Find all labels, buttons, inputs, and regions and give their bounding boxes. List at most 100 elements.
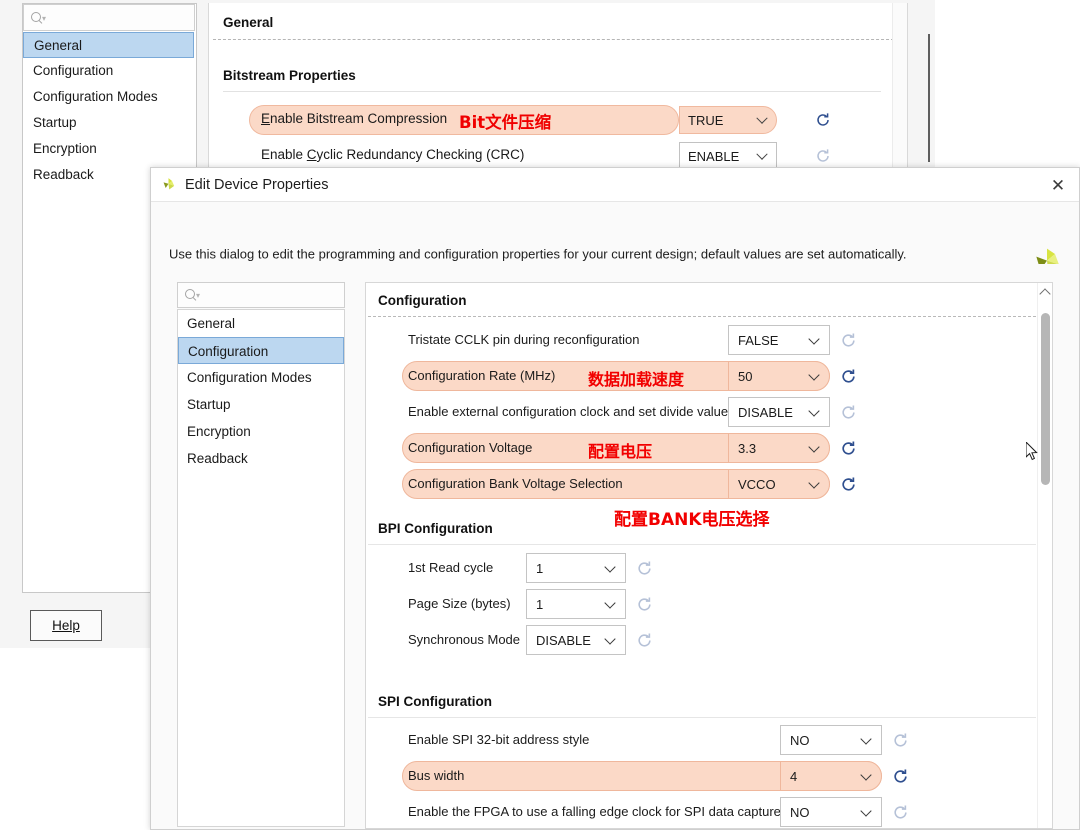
- reset-icon[interactable]: [892, 732, 909, 749]
- property-value-combo[interactable]: NO: [780, 725, 882, 755]
- chevron-down-icon: [756, 148, 768, 160]
- background-subsection-title: Bitstream Properties: [223, 68, 356, 83]
- annotation-text: 数据加载速度: [588, 370, 685, 389]
- property-label: Enable Bitstream Compression: [261, 111, 448, 126]
- dialog-left-pane: ▾ General Configuration Configuration Mo…: [177, 282, 345, 827]
- reset-icon[interactable]: [892, 804, 909, 821]
- property-value-combo[interactable]: DISABLE: [728, 397, 830, 427]
- sidebar-item-label: Configuration: [33, 63, 114, 78]
- reset-icon[interactable]: [840, 476, 857, 493]
- sidebar-item-startup[interactable]: Startup: [178, 391, 344, 418]
- sidebar-item-configuration-modes[interactable]: Configuration Modes: [23, 84, 194, 110]
- dialog-banner: Use this dialog to edit the programming …: [151, 202, 1079, 273]
- property-label: Enable external configuration clock and …: [408, 404, 729, 419]
- search-input[interactable]: ▾: [177, 282, 345, 308]
- sidebar-item-general[interactable]: General: [23, 32, 194, 58]
- property-value-combo[interactable]: NO: [780, 797, 882, 827]
- property-row-spi-32bit: Enable SPI 32-bit address style NO: [366, 725, 1052, 755]
- dialog-title: Edit Device Properties: [185, 176, 329, 193]
- property-value-combo[interactable]: 1: [526, 589, 626, 619]
- dialog-titlebar: Edit Device Properties ✕: [151, 168, 1079, 202]
- chevron-down-icon: [604, 633, 616, 645]
- sidebar-item-configuration-modes[interactable]: Configuration Modes: [178, 364, 344, 391]
- sidebar-item-encryption[interactable]: Encryption: [178, 418, 344, 445]
- combo-value: DISABLE: [738, 404, 793, 420]
- dialog-nav-list[interactable]: General Configuration Configuration Mode…: [177, 309, 345, 827]
- background-section-title: General: [223, 15, 274, 30]
- combo-value: DISABLE: [536, 632, 591, 648]
- sidebar-item-readback[interactable]: Readback: [178, 445, 344, 472]
- property-value-combo[interactable]: 1: [526, 553, 626, 583]
- sidebar-item-configuration[interactable]: Configuration: [23, 58, 194, 84]
- property-label: Enable Cyclic Redundancy Checking (CRC): [261, 147, 525, 162]
- property-row-bus-width: Bus width 4: [366, 761, 1052, 791]
- property-label: Page Size (bytes): [408, 596, 511, 611]
- section-divider: [368, 544, 1036, 545]
- property-value-combo[interactable]: VCCO: [728, 469, 830, 499]
- property-value-combo[interactable]: FALSE: [728, 325, 830, 355]
- section-header-bpi: BPI Configuration: [378, 521, 493, 536]
- property-value-combo[interactable]: TRUE: [679, 106, 777, 134]
- reset-icon[interactable]: [840, 404, 857, 421]
- property-label: Tristate CCLK pin during reconfiguration: [408, 332, 640, 347]
- chevron-down-icon: [808, 333, 820, 345]
- combo-value: 3.3: [738, 440, 757, 456]
- reset-icon[interactable]: [636, 632, 653, 649]
- search-input[interactable]: ▾: [23, 4, 195, 31]
- reset-icon[interactable]: [840, 440, 857, 457]
- window-edge-line: [928, 34, 930, 162]
- combo-value: 4: [790, 768, 798, 784]
- annotation-text-bank-voltage: 配置BANK电压选择: [614, 510, 770, 530]
- reset-icon[interactable]: [636, 596, 653, 613]
- chevron-down-icon: [860, 769, 872, 781]
- property-label: Configuration Rate (MHz): [408, 368, 556, 383]
- chevron-down-icon: [604, 561, 616, 573]
- sidebar-item-encryption[interactable]: Encryption: [23, 136, 194, 162]
- section-divider: [368, 316, 1036, 317]
- property-value-combo[interactable]: 4: [780, 761, 882, 791]
- sidebar-item-label: Startup: [33, 115, 77, 130]
- chevron-down-icon: [808, 441, 820, 453]
- reset-icon[interactable]: [815, 148, 831, 164]
- reset-icon[interactable]: [892, 768, 909, 785]
- section-divider: [213, 39, 899, 40]
- chevron-down-icon: [604, 597, 616, 609]
- section-header-spi: SPI Configuration: [378, 694, 492, 709]
- chevron-down-icon: [808, 369, 820, 381]
- property-label: 1st Read cycle: [408, 560, 494, 575]
- reset-icon[interactable]: [840, 332, 857, 349]
- property-row: Enable Bitstream Compression Bit文件压缩 TRU…: [243, 105, 907, 135]
- sidebar-item-startup[interactable]: Startup: [23, 110, 194, 136]
- property-label: Configuration Voltage: [408, 440, 533, 455]
- chevron-up-icon[interactable]: [1038, 285, 1052, 300]
- chevron-down-icon: [808, 405, 820, 417]
- sidebar-item-general[interactable]: General: [178, 310, 344, 337]
- sidebar-item-label: Configuration Modes: [33, 89, 158, 104]
- help-button[interactable]: Help: [30, 610, 102, 641]
- dialog-body: ▾ General Configuration Configuration Mo…: [151, 264, 1079, 829]
- reset-icon[interactable]: [815, 112, 831, 128]
- property-value-combo[interactable]: 3.3: [728, 433, 830, 463]
- xilinx-logo-icon: [160, 176, 177, 193]
- section-header-configuration: Configuration: [378, 293, 467, 308]
- sidebar-item-label: General: [187, 316, 236, 331]
- dialog-banner-text: Use this dialog to edit the programming …: [169, 246, 907, 262]
- property-row-bank-voltage-selection: Configuration Bank Voltage Selection VCC…: [366, 469, 1052, 499]
- property-value-combo[interactable]: 50: [728, 361, 830, 391]
- property-value-combo[interactable]: ENABLE: [679, 142, 777, 170]
- mouse-cursor: [1025, 440, 1040, 462]
- combo-value: NO: [790, 732, 810, 748]
- close-icon[interactable]: ✕: [1047, 174, 1069, 196]
- property-label: Enable the FPGA to use a falling edge cl…: [408, 804, 781, 819]
- property-label: Configuration Bank Voltage Selection: [408, 476, 623, 491]
- sidebar-item-label: Startup: [187, 397, 231, 412]
- sidebar-item-configuration[interactable]: Configuration: [178, 337, 344, 364]
- reset-icon[interactable]: [636, 560, 653, 577]
- property-value-combo[interactable]: DISABLE: [526, 625, 626, 655]
- properties-scrollbar[interactable]: [1037, 283, 1052, 828]
- combo-value: TRUE: [688, 112, 724, 128]
- reset-icon[interactable]: [840, 368, 857, 385]
- scrollbar-thumb[interactable]: [1041, 313, 1050, 485]
- combo-value: 1: [536, 596, 544, 612]
- search-icon: ▾: [30, 11, 46, 25]
